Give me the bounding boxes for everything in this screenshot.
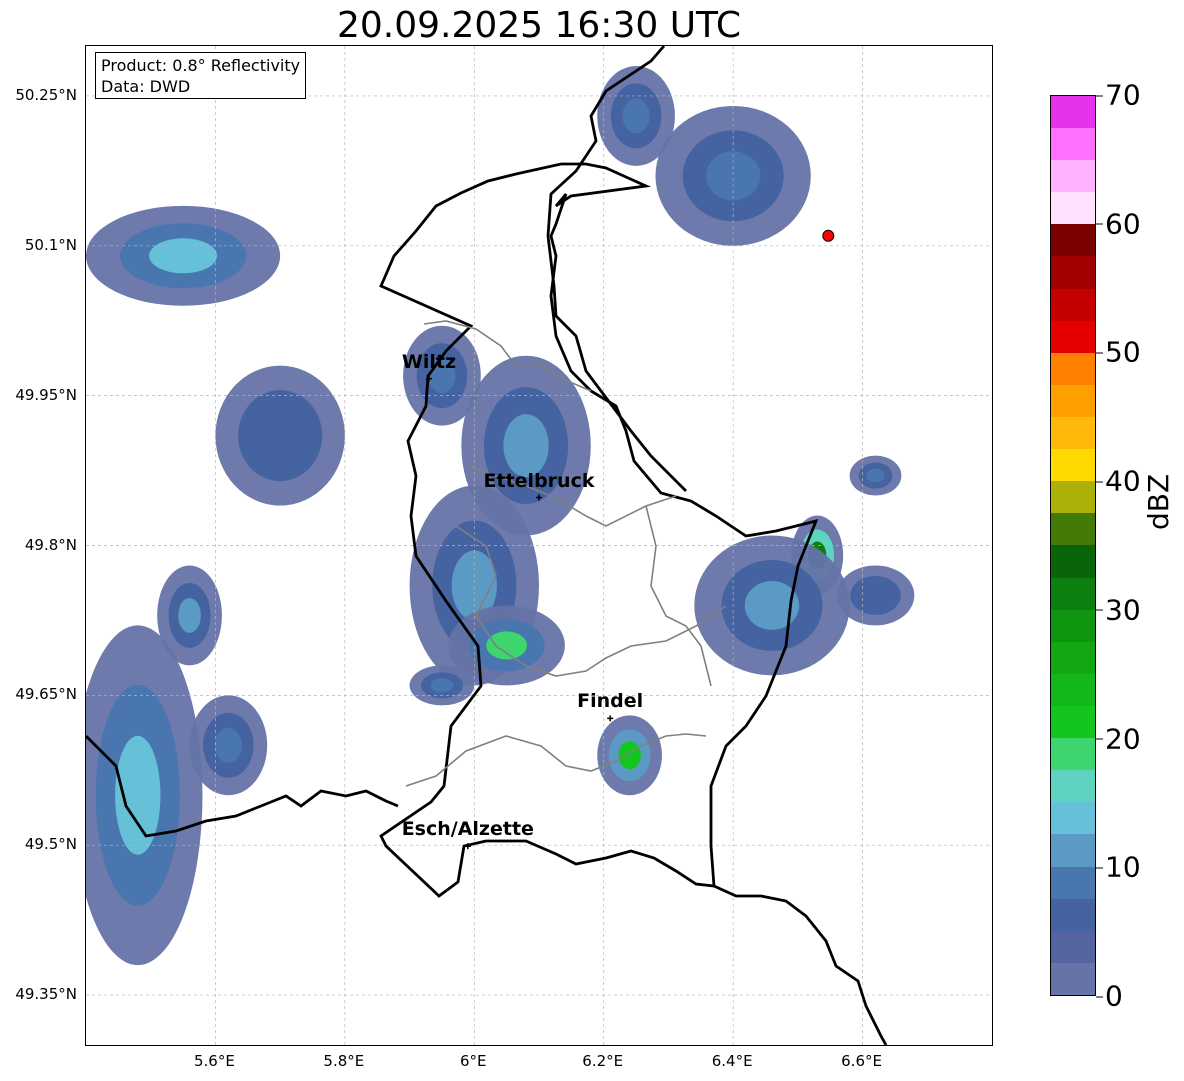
- colorbar-tick-label: 40: [1096, 464, 1141, 498]
- radar-map[interactable]: Product: 0.8° Reflectivity Data: DWD Wil…: [85, 45, 993, 1046]
- colorbar-tick-label: 20: [1096, 722, 1141, 756]
- radar-echo-cell: [597, 715, 662, 796]
- lat-tick-label: 50.1°N: [24, 235, 77, 254]
- colorbar-label: dBZ: [1142, 473, 1175, 530]
- lat-tick-label: 49.5°N: [24, 835, 77, 854]
- product-info-box: Product: 0.8° Reflectivity Data: DWD: [95, 52, 307, 99]
- colorbar-segment: [1051, 898, 1095, 931]
- colorbar-segment: [1051, 802, 1095, 835]
- lon-tick-label: 5.8°E: [323, 1052, 365, 1070]
- colorbar-segment: [1051, 256, 1095, 289]
- colorbar-segment: [1051, 192, 1095, 225]
- map-gridlines: [86, 46, 992, 1045]
- colorbar-segment: [1051, 834, 1095, 867]
- city-marker-icon: [607, 715, 614, 722]
- colorbar-segment: [1051, 609, 1095, 642]
- lon-tick-label: 6.2°E: [582, 1052, 624, 1070]
- colorbar-segment: [1051, 320, 1095, 353]
- radar-echo-cell: [597, 65, 675, 166]
- colorbar-segment: [1051, 545, 1095, 578]
- colorbar-tick-label: 50: [1096, 335, 1141, 369]
- colorbar-segment: [1051, 288, 1095, 321]
- colorbar-tick-label: 70: [1096, 78, 1141, 112]
- radar-echo-cell: [694, 535, 850, 676]
- colorbar-segment: [1051, 224, 1095, 257]
- lat-tick-label: 49.8°N: [24, 535, 77, 554]
- city-label: Esch/Alzette: [401, 818, 534, 841]
- lon-tick-label: 6.4°E: [711, 1052, 753, 1070]
- colorbar-segment: [1051, 160, 1095, 193]
- city-label: Ettelbruck: [483, 469, 595, 492]
- colorbar: [1050, 95, 1096, 996]
- colorbar-segment: [1051, 384, 1095, 418]
- radar-site-marker: [822, 229, 835, 242]
- city-label: Findel: [577, 690, 644, 713]
- radar-echo-cell: [409, 665, 475, 706]
- colorbar-segment: [1051, 673, 1095, 707]
- colorbar-segment: [1051, 481, 1095, 514]
- colorbar-segment: [1051, 417, 1095, 450]
- colorbar-segment: [1051, 95, 1095, 129]
- colorbar-tick-label: 30: [1096, 593, 1141, 627]
- colorbar-segment: [1051, 513, 1095, 546]
- lat-tick-label: 49.95°N: [15, 385, 77, 404]
- radar-echo-cell: [86, 625, 203, 966]
- colorbar-segment: [1051, 930, 1095, 963]
- radar-echo-cell: [189, 695, 268, 796]
- lon-tick-label: 5.6°E: [194, 1052, 235, 1070]
- colorbar-segment: [1051, 706, 1095, 739]
- lat-tick-label: 49.35°N: [15, 985, 77, 1004]
- lat-tick-label: 50.25°N: [15, 85, 77, 104]
- radar-echo-cell: [849, 455, 902, 496]
- lat-tick-label: 49.65°N: [15, 685, 77, 704]
- colorbar-segment: [1051, 128, 1095, 161]
- colorbar-segment: [1051, 352, 1095, 385]
- map-title: 20.09.2025 16:30 UTC: [336, 5, 742, 46]
- colorbar-tick-label: 60: [1096, 207, 1141, 241]
- radar-echo-cell: [836, 565, 915, 626]
- radar-echo-cell: [215, 365, 345, 506]
- radar-map-canvas: [86, 46, 992, 1045]
- lon-tick-label: 6°E: [460, 1052, 487, 1070]
- colorbar-segment: [1051, 641, 1095, 674]
- colorbar-segment: [1051, 577, 1095, 610]
- radar-echo-cell: [86, 205, 281, 306]
- lon-tick-label: 6.6°E: [841, 1052, 882, 1070]
- colorbar-segment: [1051, 449, 1095, 482]
- colorbar-segment: [1051, 770, 1095, 803]
- colorbar-tick-label: 0: [1096, 979, 1123, 1013]
- data-source-label: Data: DWD: [101, 77, 191, 96]
- colorbar-segment: [1051, 866, 1095, 899]
- colorbar-segment: [1051, 962, 1095, 995]
- city-label: Wiltz: [401, 350, 457, 373]
- product-label: Product: 0.8° Reflectivity: [101, 56, 301, 75]
- colorbar-segment: [1051, 738, 1095, 771]
- colorbar-tick-label: 10: [1096, 850, 1141, 884]
